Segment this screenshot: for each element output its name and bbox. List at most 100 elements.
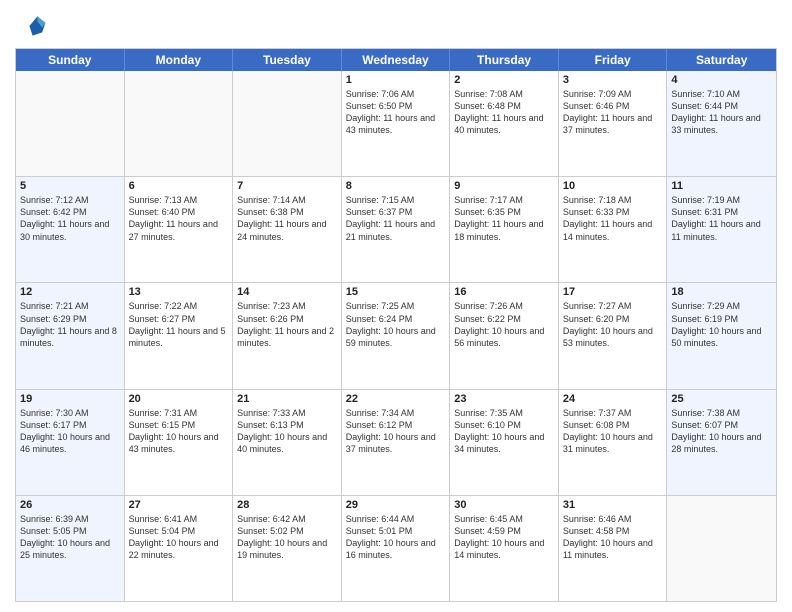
- cell-info: Sunrise: 7:12 AM Sunset: 6:42 PM Dayligh…: [20, 194, 120, 243]
- day-header-saturday: Saturday: [667, 49, 776, 71]
- day-number: 30: [454, 499, 554, 511]
- cell-info: Sunrise: 7:33 AM Sunset: 6:13 PM Dayligh…: [237, 407, 337, 456]
- calendar-cell: 6 Sunrise: 7:13 AM Sunset: 6:40 PM Daylig…: [125, 177, 234, 282]
- calendar-cell: 26 Sunrise: 6:39 AM Sunset: 5:05 PM Dayli…: [16, 496, 125, 601]
- calendar-cell: 24 Sunrise: 7:37 AM Sunset: 6:08 PM Dayli…: [559, 390, 668, 495]
- calendar-cell: 12 Sunrise: 7:21 AM Sunset: 6:29 PM Dayli…: [16, 283, 125, 388]
- calendar-cell: 31Sunrise: 6:46 AM Sunset: 4:58 PM Dayli…: [559, 496, 668, 601]
- cell-info: Sunrise: 6:45 AM Sunset: 4:59 PM Dayligh…: [454, 513, 554, 562]
- week-row-4: 19 Sunrise: 7:30 AM Sunset: 6:17 PM Dayli…: [16, 390, 776, 496]
- day-number: 11: [671, 180, 772, 192]
- calendar-cell: 20 Sunrise: 7:31 AM Sunset: 6:15 PM Dayli…: [125, 390, 234, 495]
- day-header-thursday: Thursday: [450, 49, 559, 71]
- calendar-cell: 10 Sunrise: 7:18 AM Sunset: 6:33 PM Dayli…: [559, 177, 668, 282]
- header: [15, 10, 777, 42]
- page: SundayMondayTuesdayWednesdayThursdayFrid…: [0, 0, 792, 612]
- cell-info: Sunrise: 7:35 AM Sunset: 6:10 PM Dayligh…: [454, 407, 554, 456]
- cell-info: Sunrise: 7:37 AM Sunset: 6:08 PM Dayligh…: [563, 407, 663, 456]
- calendar-cell: 1 Sunrise: 7:06 AM Sunset: 6:50 PM Daylig…: [342, 71, 451, 176]
- cell-info: Sunrise: 7:13 AM Sunset: 6:40 PM Dayligh…: [129, 194, 229, 243]
- calendar-cell: 23 Sunrise: 7:35 AM Sunset: 6:10 PM Dayli…: [450, 390, 559, 495]
- logo: [15, 10, 51, 42]
- cell-info: Sunrise: 7:30 AM Sunset: 6:17 PM Dayligh…: [20, 407, 120, 456]
- calendar-cell: 11 Sunrise: 7:19 AM Sunset: 6:31 PM Dayli…: [667, 177, 776, 282]
- cell-info: Sunrise: 7:18 AM Sunset: 6:33 PM Dayligh…: [563, 194, 663, 243]
- day-headers: SundayMondayTuesdayWednesdayThursdayFrid…: [16, 49, 776, 71]
- calendar-cell: 9 Sunrise: 7:17 AM Sunset: 6:35 PM Daylig…: [450, 177, 559, 282]
- calendar-cell: [233, 71, 342, 176]
- calendar-cell: 4Sunrise: 7:10 AM Sunset: 6:44 PM Daylig…: [667, 71, 776, 176]
- day-number: 22: [346, 393, 446, 405]
- day-number: 20: [129, 393, 229, 405]
- day-header-sunday: Sunday: [16, 49, 125, 71]
- day-number: 26: [20, 499, 120, 511]
- cell-info: Sunrise: 7:34 AM Sunset: 6:12 PM Dayligh…: [346, 407, 446, 456]
- day-number: 12: [20, 286, 120, 298]
- cell-info: Sunrise: 7:08 AM Sunset: 6:48 PM Dayligh…: [454, 88, 554, 137]
- cell-info: Sunrise: 6:42 AM Sunset: 5:02 PM Dayligh…: [237, 513, 337, 562]
- cell-info: Sunrise: 6:44 AM Sunset: 5:01 PM Dayligh…: [346, 513, 446, 562]
- cell-info: Sunrise: 7:38 AM Sunset: 6:07 PM Dayligh…: [671, 407, 772, 456]
- cell-info: Sunrise: 7:17 AM Sunset: 6:35 PM Dayligh…: [454, 194, 554, 243]
- day-number: 3: [563, 74, 663, 86]
- cell-info: Sunrise: 7:27 AM Sunset: 6:20 PM Dayligh…: [563, 300, 663, 349]
- week-row-1: 1 Sunrise: 7:06 AM Sunset: 6:50 PM Daylig…: [16, 71, 776, 177]
- cell-info: Sunrise: 7:31 AM Sunset: 6:15 PM Dayligh…: [129, 407, 229, 456]
- day-number: 21: [237, 393, 337, 405]
- calendar: SundayMondayTuesdayWednesdayThursdayFrid…: [15, 48, 777, 602]
- cell-info: Sunrise: 7:09 AM Sunset: 6:46 PM Dayligh…: [563, 88, 663, 137]
- day-number: 31: [563, 499, 663, 511]
- day-number: 14: [237, 286, 337, 298]
- cell-info: Sunrise: 7:26 AM Sunset: 6:22 PM Dayligh…: [454, 300, 554, 349]
- calendar-cell: 15Sunrise: 7:25 AM Sunset: 6:24 PM Dayli…: [342, 283, 451, 388]
- cell-info: Sunrise: 6:39 AM Sunset: 5:05 PM Dayligh…: [20, 513, 120, 562]
- calendar-cell: 7 Sunrise: 7:14 AM Sunset: 6:38 PM Daylig…: [233, 177, 342, 282]
- day-number: 9: [454, 180, 554, 192]
- week-row-2: 5 Sunrise: 7:12 AM Sunset: 6:42 PM Daylig…: [16, 177, 776, 283]
- calendar-cell: [16, 71, 125, 176]
- calendar-cell: 2 Sunrise: 7:08 AM Sunset: 6:48 PM Daylig…: [450, 71, 559, 176]
- day-header-monday: Monday: [125, 49, 234, 71]
- cell-info: Sunrise: 7:14 AM Sunset: 6:38 PM Dayligh…: [237, 194, 337, 243]
- calendar-cell: 21 Sunrise: 7:33 AM Sunset: 6:13 PM Dayli…: [233, 390, 342, 495]
- calendar-cell: [125, 71, 234, 176]
- day-number: 17: [563, 286, 663, 298]
- day-number: 1: [346, 74, 446, 86]
- day-number: 6: [129, 180, 229, 192]
- calendar-cell: [667, 496, 776, 601]
- calendar-cell: 22 Sunrise: 7:34 AM Sunset: 6:12 PM Dayli…: [342, 390, 451, 495]
- day-number: 15: [346, 286, 446, 298]
- cell-info: Sunrise: 7:06 AM Sunset: 6:50 PM Dayligh…: [346, 88, 446, 137]
- day-number: 4: [671, 74, 772, 86]
- day-number: 23: [454, 393, 554, 405]
- cell-info: Sunrise: 7:22 AM Sunset: 6:27 PM Dayligh…: [129, 300, 229, 349]
- cell-info: Sunrise: 7:19 AM Sunset: 6:31 PM Dayligh…: [671, 194, 772, 243]
- cell-info: Sunrise: 7:29 AM Sunset: 6:19 PM Dayligh…: [671, 300, 772, 349]
- calendar-cell: 3 Sunrise: 7:09 AM Sunset: 6:46 PM Daylig…: [559, 71, 668, 176]
- day-number: 10: [563, 180, 663, 192]
- calendar-cell: 5 Sunrise: 7:12 AM Sunset: 6:42 PM Daylig…: [16, 177, 125, 282]
- cell-info: Sunrise: 7:15 AM Sunset: 6:37 PM Dayligh…: [346, 194, 446, 243]
- day-number: 27: [129, 499, 229, 511]
- day-header-friday: Friday: [559, 49, 668, 71]
- calendar-cell: 17 Sunrise: 7:27 AM Sunset: 6:20 PM Dayli…: [559, 283, 668, 388]
- day-number: 5: [20, 180, 120, 192]
- calendar-cell: 8 Sunrise: 7:15 AM Sunset: 6:37 PM Daylig…: [342, 177, 451, 282]
- calendar-cell: 30 Sunrise: 6:45 AM Sunset: 4:59 PM Dayli…: [450, 496, 559, 601]
- cell-info: Sunrise: 7:21 AM Sunset: 6:29 PM Dayligh…: [20, 300, 120, 349]
- day-number: 19: [20, 393, 120, 405]
- day-header-wednesday: Wednesday: [342, 49, 451, 71]
- calendar-cell: 13Sunrise: 7:22 AM Sunset: 6:27 PM Dayli…: [125, 283, 234, 388]
- day-header-tuesday: Tuesday: [233, 49, 342, 71]
- day-number: 2: [454, 74, 554, 86]
- calendar-cell: 29Sunrise: 6:44 AM Sunset: 5:01 PM Dayli…: [342, 496, 451, 601]
- calendar-cell: 25 Sunrise: 7:38 AM Sunset: 6:07 PM Dayli…: [667, 390, 776, 495]
- day-number: 7: [237, 180, 337, 192]
- calendar-cell: 18Sunrise: 7:29 AM Sunset: 6:19 PM Dayli…: [667, 283, 776, 388]
- day-number: 25: [671, 393, 772, 405]
- day-number: 8: [346, 180, 446, 192]
- calendar-cell: 28Sunrise: 6:42 AM Sunset: 5:02 PM Dayli…: [233, 496, 342, 601]
- day-number: 24: [563, 393, 663, 405]
- calendar-cell: 27Sunrise: 6:41 AM Sunset: 5:04 PM Dayli…: [125, 496, 234, 601]
- calendar-body: 1 Sunrise: 7:06 AM Sunset: 6:50 PM Daylig…: [16, 71, 776, 601]
